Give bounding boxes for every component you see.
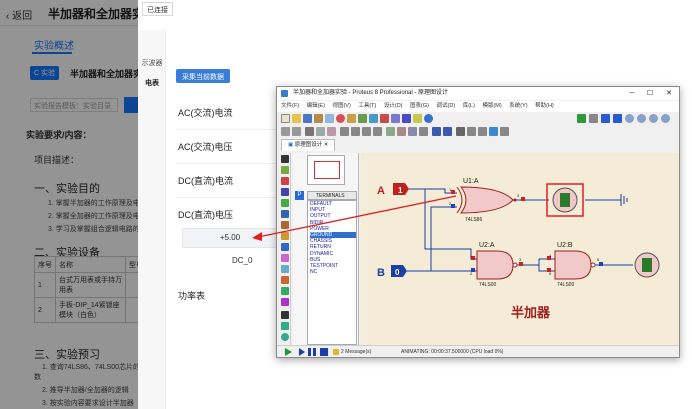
annotation-arrow xyxy=(257,195,457,238)
annotation-arrow-layer xyxy=(252,195,457,241)
arrow-head-icon xyxy=(252,232,262,241)
